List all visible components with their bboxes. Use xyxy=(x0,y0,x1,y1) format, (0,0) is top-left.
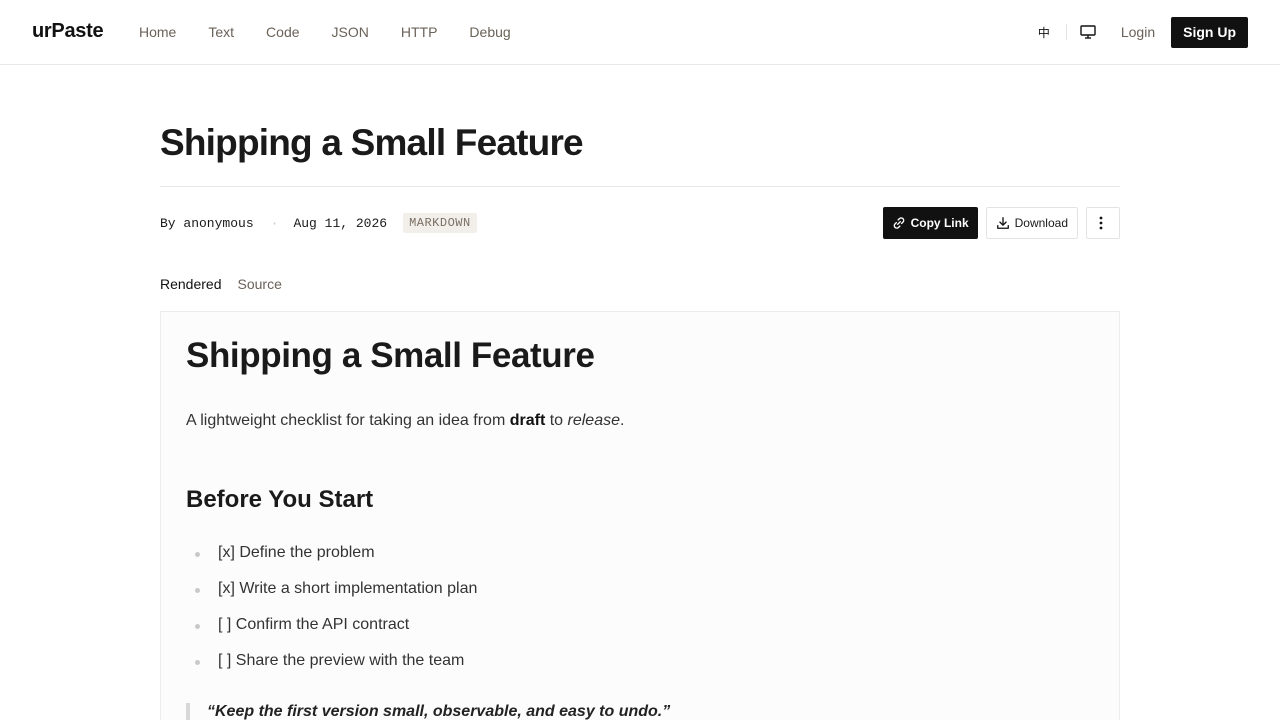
nav-http[interactable]: HTTP xyxy=(401,24,438,40)
paste-meta: By anonymous · Aug 11, 2026 MARKDOWN xyxy=(160,212,477,234)
nav-text[interactable]: Text xyxy=(208,24,234,40)
link-icon xyxy=(893,217,904,229)
nav-code[interactable]: Code xyxy=(266,24,299,40)
more-vertical-icon xyxy=(1099,216,1102,230)
login-link[interactable]: Login xyxy=(1121,24,1155,40)
bullet xyxy=(195,588,200,593)
meta-separator: · xyxy=(270,215,279,231)
list-item-text: [ ] Confirm the API contract xyxy=(218,616,410,633)
intro-bold: draft xyxy=(509,412,546,429)
header-tools: 中 Login Sign Up xyxy=(1034,16,1248,48)
bullet xyxy=(195,552,200,557)
document-intro: A lightweight checklist for taking an id… xyxy=(186,412,624,430)
paste-date: Aug 11, 2026 xyxy=(293,215,388,231)
intro-italic: release xyxy=(567,412,620,429)
rendered-content-panel: Shipping a Small Feature A lightweight c… xyxy=(160,311,1120,720)
nav-debug[interactable]: Debug xyxy=(469,24,510,40)
intro-text-mid: to xyxy=(545,412,568,429)
section-heading: Before You Start xyxy=(186,486,374,513)
copy-link-label: Copy Link xyxy=(910,216,969,230)
title-divider xyxy=(160,186,1120,187)
checklist: [x] Define the problem [x] Write a short… xyxy=(186,544,477,688)
language-toggle[interactable]: 中 xyxy=(1034,24,1054,41)
list-item-text: [x] Write a short implementation plan xyxy=(218,580,478,597)
copy-link-button[interactable]: Copy Link xyxy=(882,207,978,239)
top-navigation-bar: urPaste Home Text Code JSON HTTP Debug 中… xyxy=(0,0,1280,65)
intro-text-end: . xyxy=(620,412,625,429)
logo[interactable]: urPaste xyxy=(32,20,104,43)
divider xyxy=(1065,24,1067,40)
more-options-button[interactable] xyxy=(1086,207,1120,239)
nav-json[interactable]: JSON xyxy=(332,24,369,40)
paste-actions: Copy Link Download xyxy=(882,207,1120,239)
format-badge: MARKDOWN xyxy=(403,213,477,233)
monitor-icon[interactable] xyxy=(1079,23,1097,41)
document-heading: Shipping a Small Feature xyxy=(186,336,595,375)
bullet xyxy=(195,624,200,629)
list-item: [x] Define the problem xyxy=(186,544,477,580)
list-item: [ ] Confirm the API contract xyxy=(186,616,477,652)
download-button[interactable]: Download xyxy=(985,207,1078,239)
download-label: Download xyxy=(1014,216,1068,230)
list-item: [ ] Share the preview with the team xyxy=(186,652,477,688)
tab-rendered[interactable]: Rendered xyxy=(160,276,222,292)
view-tabs: Rendered Source xyxy=(160,276,282,292)
main-nav: Home Text Code JSON HTTP Debug xyxy=(139,24,511,40)
tab-source[interactable]: Source xyxy=(238,276,282,292)
signup-button[interactable]: Sign Up xyxy=(1171,16,1248,48)
author: By anonymous xyxy=(160,215,254,231)
list-item-text: [ ] Share the preview with the team xyxy=(218,652,465,669)
bullet xyxy=(195,660,200,665)
list-item: [x] Write a short implementation plan xyxy=(186,580,477,616)
download-icon xyxy=(996,217,1009,229)
page-title: Shipping a Small Feature xyxy=(160,122,584,163)
nav-home[interactable]: Home xyxy=(139,24,176,40)
intro-text: A lightweight checklist for taking an id… xyxy=(186,412,510,429)
list-item-text: [x] Define the problem xyxy=(218,544,375,561)
blockquote: “Keep the first version small, observabl… xyxy=(186,703,670,720)
